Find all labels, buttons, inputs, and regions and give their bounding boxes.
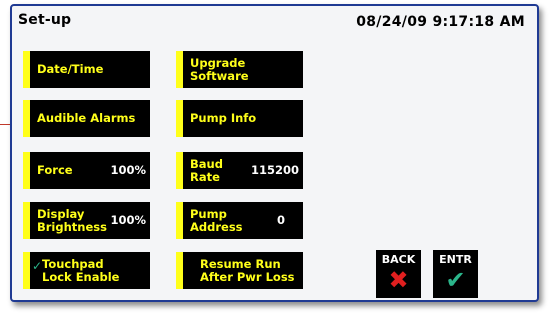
- enter-button[interactable]: ENTR ✔: [433, 250, 478, 298]
- audible-alarms-label: Audible Alarms: [37, 111, 136, 125]
- datetime-display: 08/24/09 9:17:18 AM: [356, 14, 525, 30]
- back-button[interactable]: BACK ✖: [376, 250, 421, 298]
- touchpad-lock-button[interactable]: ✓ Touchpad Lock Enable: [23, 252, 150, 289]
- check-icon: ✔: [445, 266, 466, 294]
- force-button[interactable]: Force 100%: [23, 152, 150, 189]
- baud-rate-button[interactable]: Baud Rate 115200: [176, 152, 303, 189]
- page-title: Set-up: [18, 12, 72, 28]
- upgrade-software-button[interactable]: Upgrade Software: [176, 51, 303, 88]
- pump-info-label: Pump Info: [190, 111, 257, 125]
- x-icon: ✖: [388, 266, 409, 294]
- baud-rate-label: Baud Rate: [190, 156, 223, 184]
- back-label: BACK: [381, 253, 416, 266]
- pump-address-value: 0: [276, 213, 285, 227]
- resume-run-button[interactable]: Resume Run After Pwr Loss: [176, 252, 303, 289]
- date-time-label: Date/Time: [37, 62, 104, 76]
- enter-label: ENTR: [439, 253, 472, 266]
- setup-screen: Set-up 08/24/09 9:17:18 AM Date/Time Upg…: [10, 4, 539, 302]
- display-brightness-value: 100%: [110, 213, 146, 227]
- force-label: Force: [37, 163, 73, 177]
- pump-info-button[interactable]: Pump Info: [176, 100, 303, 137]
- upgrade-software-label: Upgrade Software: [190, 55, 249, 83]
- date-time-button[interactable]: Date/Time: [23, 51, 150, 88]
- force-value: 100%: [110, 163, 146, 177]
- audible-alarms-button[interactable]: Audible Alarms: [23, 100, 150, 137]
- resume-run-label: Resume Run After Pwr Loss: [200, 256, 295, 284]
- check-icon: ✓: [32, 259, 43, 273]
- display-brightness-button[interactable]: Display Brightness 100%: [23, 202, 150, 239]
- baud-rate-value: 115200: [250, 163, 299, 177]
- display-brightness-label: Display Brightness: [37, 206, 107, 234]
- touchpad-lock-label: Touchpad Lock Enable: [42, 256, 120, 284]
- pump-address-label: Pump Address: [190, 206, 243, 234]
- pump-address-button[interactable]: Pump Address 0: [176, 202, 303, 239]
